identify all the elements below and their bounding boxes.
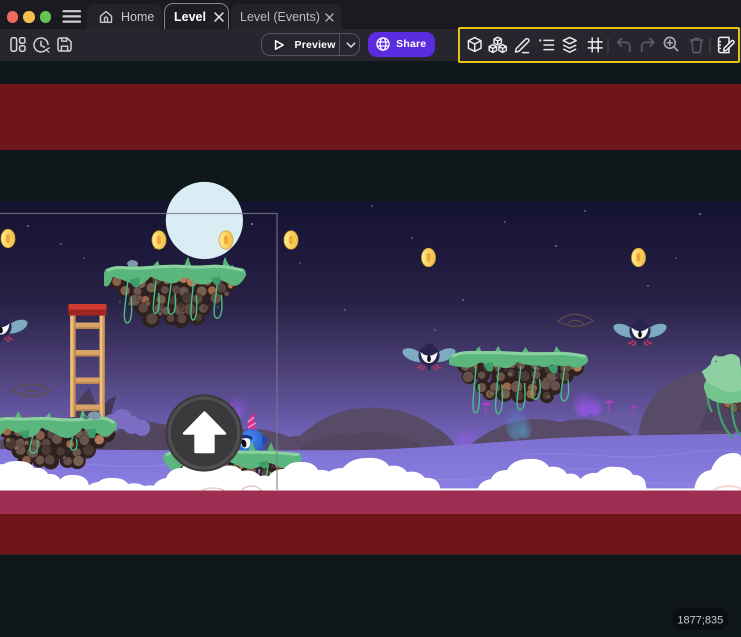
- svg-text:1877;835: 1877;835: [677, 615, 723, 627]
